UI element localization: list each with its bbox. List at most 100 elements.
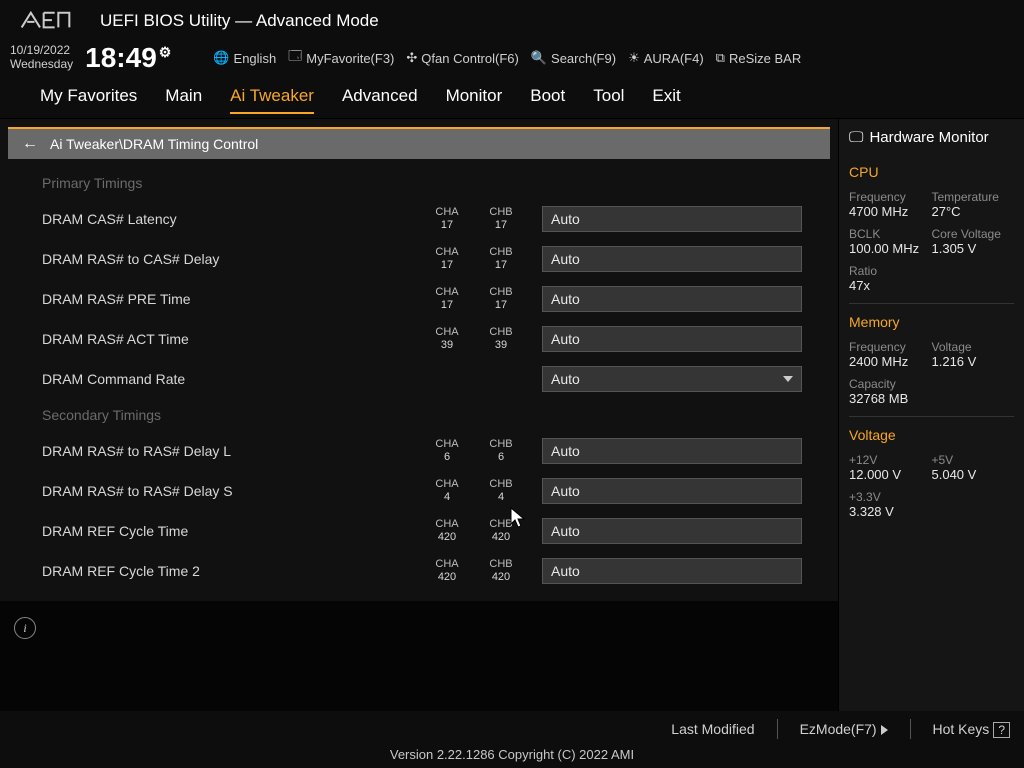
- hw-section-cpu: CPU: [849, 164, 1014, 180]
- chb-value: CHB420: [476, 558, 526, 584]
- hw-cell: Capacity32768 MB: [849, 373, 932, 410]
- cha-value: CHA17: [422, 246, 472, 272]
- main-tabs: My Favorites Main Ai Tweaker Advanced Monito…: [0, 80, 1024, 119]
- gear-icon[interactable]: ⚙: [159, 44, 172, 61]
- setting-row: DRAM REF Cycle Time 2CHA420CHB420 Auto: [8, 551, 830, 591]
- hw-cell: Core Voltage1.305 V: [932, 223, 1015, 260]
- hw-section-memory: Memory: [849, 314, 1014, 330]
- chb-value: CHB17: [476, 286, 526, 312]
- time-display: 18:49⚙: [85, 42, 171, 74]
- chb-value: CHB4: [476, 478, 526, 504]
- setting-input[interactable]: Auto: [542, 206, 802, 232]
- hw-cell: +12V12.000 V: [849, 449, 932, 486]
- chb-value: CHB39: [476, 326, 526, 352]
- setting-row: DRAM RAS# to RAS# Delay LCHA6CHB6 Auto: [8, 431, 830, 471]
- chb-value: CHB17: [476, 246, 526, 272]
- setting-row: DRAM RAS# to CAS# DelayCHA17CHB17 Auto: [8, 239, 830, 279]
- setting-row: DRAM Command Rate Auto: [8, 359, 830, 399]
- setting-label: DRAM RAS# PRE Time: [42, 291, 422, 307]
- card-icon: 🗔: [288, 47, 302, 69]
- resizebar-link[interactable]: ⧉ReSize BAR: [716, 50, 802, 66]
- hw-cell: Ratio47x: [849, 260, 932, 297]
- monitor-icon: 🖵: [849, 129, 863, 146]
- aura-link[interactable]: ☀AURA(F4): [628, 50, 704, 66]
- hw-cell: +5V5.040 V: [932, 449, 1015, 486]
- hw-cell: BCLK100.00 MHz: [849, 223, 932, 260]
- chb-value: CHB17: [476, 206, 526, 232]
- chb-value: CHB420: [476, 518, 526, 544]
- tab-boot[interactable]: Boot: [530, 86, 565, 114]
- hw-cell: Frequency4700 MHz: [849, 186, 932, 223]
- cha-value: CHA39: [422, 326, 472, 352]
- search-link[interactable]: 🔍Search(F9): [531, 50, 616, 66]
- setting-label: DRAM REF Cycle Time: [42, 523, 422, 539]
- hw-title: Hardware Monitor: [869, 129, 988, 146]
- hw-cell: Frequency2400 MHz: [849, 336, 932, 373]
- exit-icon: [881, 725, 888, 735]
- app-title: UEFI BIOS Utility — Advanced Mode: [100, 11, 379, 31]
- ezmode-link[interactable]: EzMode(F7): [800, 721, 888, 737]
- breadcrumb[interactable]: ← Ai Tweaker\DRAM Timing Control: [8, 127, 830, 159]
- hw-cell: Voltage1.216 V: [932, 336, 1015, 373]
- setting-input[interactable]: Auto: [542, 246, 802, 272]
- hw-cell: [932, 260, 1015, 297]
- tab-monitor[interactable]: Monitor: [446, 86, 503, 114]
- setting-label: DRAM CAS# Latency: [42, 211, 422, 227]
- last-modified-link[interactable]: Last Modified: [671, 721, 754, 737]
- search-icon: 🔍: [531, 50, 547, 66]
- tab-tool[interactable]: Tool: [593, 86, 624, 114]
- date-box: 10/19/2022 Wednesday: [10, 44, 73, 72]
- back-arrow-icon[interactable]: ←: [22, 135, 38, 153]
- setting-row: DRAM RAS# PRE TimeCHA17CHB17 Auto: [8, 279, 830, 319]
- section-header: Primary Timings: [8, 167, 830, 199]
- hardware-monitor-panel: 🖵 Hardware Monitor CPU Frequency4700 MHzT…: [838, 119, 1024, 711]
- cha-value: CHA17: [422, 286, 472, 312]
- hw-cell: Temperature27°C: [932, 186, 1015, 223]
- fan-icon: ✣: [406, 50, 417, 66]
- setting-label: DRAM RAS# ACT Time: [42, 331, 422, 347]
- info-icon: i: [14, 617, 36, 639]
- setting-label: DRAM Command Rate: [42, 371, 422, 387]
- hw-section-voltage: Voltage: [849, 427, 1014, 443]
- setting-dropdown[interactable]: Auto: [542, 366, 802, 392]
- language-selector[interactable]: 🌐English: [213, 50, 276, 66]
- cha-value: CHA6: [422, 438, 472, 464]
- hw-cell: [932, 486, 1015, 523]
- breadcrumb-text: Ai Tweaker\DRAM Timing Control: [50, 136, 258, 152]
- hotkeys-link[interactable]: Hot Keys?: [933, 721, 1011, 737]
- setting-row: DRAM RAS# ACT TimeCHA39CHB39 Auto: [8, 319, 830, 359]
- setting-input[interactable]: Auto: [542, 438, 802, 464]
- setting-row: DRAM RAS# to RAS# Delay SCHA4CHB4 Auto: [8, 471, 830, 511]
- cha-value: CHA4: [422, 478, 472, 504]
- setting-input[interactable]: Auto: [542, 326, 802, 352]
- setting-row: DRAM CAS# LatencyCHA17CHB17 Auto: [8, 199, 830, 239]
- help-panel: i: [0, 601, 838, 711]
- chb-value: CHB6: [476, 438, 526, 464]
- tab-ai-tweaker[interactable]: Ai Tweaker: [230, 86, 314, 114]
- setting-label: DRAM RAS# to RAS# Delay L: [42, 443, 422, 459]
- hw-cell: +3.3V3.328 V: [849, 486, 932, 523]
- myfavorite-link[interactable]: 🗔MyFavorite(F3): [288, 47, 394, 69]
- setting-label: DRAM RAS# to RAS# Delay S: [42, 483, 422, 499]
- setting-input[interactable]: Auto: [542, 478, 802, 504]
- tab-exit[interactable]: Exit: [652, 86, 680, 114]
- setting-input[interactable]: Auto: [542, 286, 802, 312]
- setting-label: DRAM RAS# to CAS# Delay: [42, 251, 422, 267]
- copyright-text: Version 2.22.1286 Copyright (C) 2022 AMI: [0, 747, 1024, 762]
- setting-row: DRAM REF Cycle TimeCHA420CHB420Auto: [8, 511, 830, 551]
- tab-main[interactable]: Main: [165, 86, 202, 114]
- hw-cell: [932, 373, 1015, 410]
- setting-input[interactable]: Auto: [542, 558, 802, 584]
- chevron-down-icon: [783, 376, 793, 382]
- aura-icon: ☀: [628, 50, 640, 66]
- cha-value: CHA17: [422, 206, 472, 232]
- cha-value: CHA420: [422, 558, 472, 584]
- brand-logo: [10, 6, 80, 36]
- section-header: Secondary Timings: [8, 399, 830, 431]
- tab-advanced[interactable]: Advanced: [342, 86, 418, 114]
- tab-my-favorites[interactable]: My Favorites: [40, 86, 137, 114]
- setting-label: DRAM REF Cycle Time 2: [42, 563, 422, 579]
- globe-icon: 🌐: [213, 50, 229, 66]
- setting-input[interactable]: Auto: [542, 518, 802, 544]
- qfan-link[interactable]: ✣Qfan Control(F6): [406, 50, 518, 66]
